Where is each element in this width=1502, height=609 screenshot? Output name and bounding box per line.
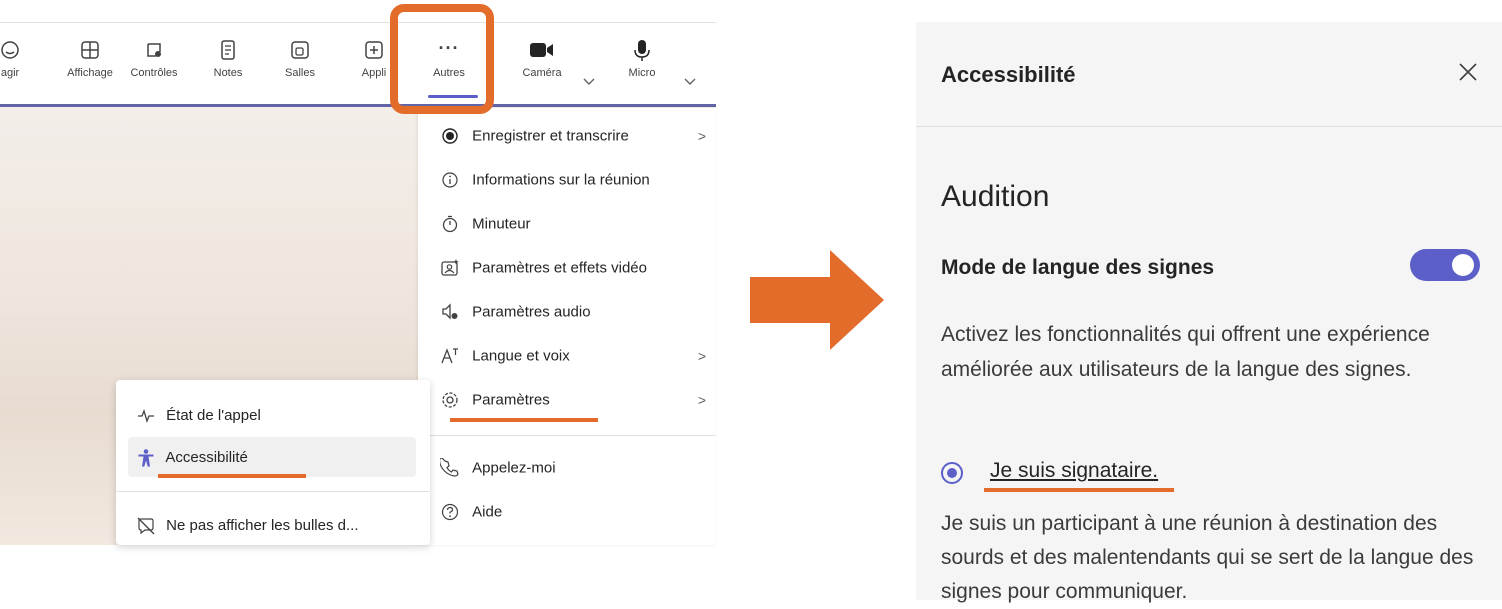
- toolbar-bottom-border: [0, 104, 716, 107]
- menu-divider: [418, 435, 716, 436]
- accessibility-icon: [136, 448, 156, 468]
- toolbar-camera-button[interactable]: Caméra: [510, 39, 574, 79]
- language-icon: [440, 346, 460, 366]
- submenu-item-hide-bubbles[interactable]: Ne pas afficher les bulles d...: [136, 516, 359, 536]
- panel-title: Accessibilité: [941, 62, 1076, 87]
- signer-description: Je suis un participant à une réunion à d…: [941, 512, 1474, 603]
- close-icon[interactable]: [1458, 62, 1478, 87]
- toggle-knob: [1452, 254, 1474, 276]
- microphone-options-chevron-icon[interactable]: [684, 73, 696, 91]
- camera-options-chevron-icon[interactable]: [583, 73, 595, 91]
- menu-item-label: Informations sur la réunion: [472, 171, 650, 189]
- signer-radio[interactable]: [941, 462, 963, 484]
- settings-submenu: État de l'appel Accessibilité Ne pas aff…: [116, 380, 430, 545]
- section-heading: Audition: [941, 180, 1050, 213]
- menu-item-record-transcribe[interactable]: Enregistrer et transcrire: [440, 126, 629, 150]
- submenu-item-label: État de l'appel: [166, 406, 261, 424]
- menu-item-language-voice[interactable]: Langue et voix: [440, 346, 570, 370]
- hide-bubbles-icon: [136, 516, 156, 536]
- signer-radio-label[interactable]: Je suis signataire.: [990, 459, 1158, 483]
- sign-language-mode-toggle[interactable]: [1410, 249, 1480, 281]
- pulse-icon: [136, 406, 156, 426]
- toolbar-react-button[interactable]: agir: [0, 39, 42, 79]
- annotation-underline-settings: [450, 418, 598, 422]
- toolbar-label: agir: [0, 67, 20, 79]
- menu-item-meeting-info[interactable]: Informations sur la réunion: [440, 170, 650, 194]
- toolbar-label: Contrôles: [130, 67, 178, 79]
- microphone-icon: [610, 39, 674, 61]
- toolbar-controls-button[interactable]: Contrôles: [122, 39, 186, 79]
- menu-item-label: Enregistrer et transcrire: [472, 127, 629, 145]
- menu-item-help[interactable]: Aide: [440, 502, 502, 526]
- menu-item-label: Minuteur: [472, 215, 531, 233]
- submenu-item-label: Ne pas afficher les bulles d...: [166, 516, 359, 534]
- toolbar-label: Micro: [628, 67, 656, 79]
- info-icon: [440, 170, 460, 190]
- controls-icon: [122, 39, 186, 61]
- menu-item-label: Paramètres audio: [472, 303, 591, 321]
- menu-item-label: Langue et voix: [472, 347, 570, 365]
- teams-meeting-window: agir Affichage Contrôles Notes Salles Ap…: [0, 0, 716, 545]
- more-options-menu: Enregistrer et transcrire > Informations…: [418, 108, 716, 545]
- rooms-icon: [268, 39, 332, 61]
- toolbar-label: Affichage: [67, 67, 113, 79]
- camera-icon: [510, 39, 574, 61]
- audio-settings-icon: [440, 302, 460, 322]
- menu-item-label: Appelez-moi: [472, 459, 556, 477]
- menu-item-audio-settings[interactable]: Paramètres audio: [440, 302, 591, 326]
- toolbar-label: Caméra: [522, 67, 562, 79]
- react-icon: [0, 39, 42, 61]
- timer-icon: [440, 214, 460, 234]
- menu-item-label: Paramètres et effets vidéo: [472, 259, 647, 277]
- menu-item-label: Paramètres: [472, 391, 550, 409]
- gear-icon: [440, 390, 460, 410]
- submenu-item-label: Accessibilité: [165, 448, 248, 466]
- view-icon: [58, 39, 122, 61]
- menu-item-video-effects[interactable]: Paramètres et effets vidéo: [440, 258, 647, 282]
- submenu-chevron-icon: >: [697, 128, 706, 144]
- toolbar-view-button[interactable]: Affichage: [58, 39, 122, 79]
- meeting-toolbar: agir Affichage Contrôles Notes Salles Ap…: [0, 22, 716, 107]
- toolbar-label: Salles: [285, 67, 315, 79]
- menu-item-timer[interactable]: Minuteur: [440, 214, 531, 238]
- video-effects-icon: [440, 258, 460, 278]
- submenu-item-accessibility[interactable]: Accessibilité: [136, 448, 248, 468]
- annotation-underline-accessibility: [158, 474, 306, 478]
- submenu-chevron-icon: >: [697, 392, 706, 408]
- panel-header: Accessibilité: [916, 22, 1502, 127]
- phone-icon: [440, 458, 460, 478]
- toolbar-microphone-button[interactable]: Micro: [610, 39, 674, 79]
- accessibility-panel: Accessibilité Audition Mode de langue de…: [916, 22, 1502, 603]
- radio-selected-dot: [947, 468, 957, 478]
- annotation-underline-signer: [984, 488, 1174, 492]
- help-icon: [440, 502, 460, 522]
- submenu-divider: [116, 491, 430, 492]
- menu-item-call-me[interactable]: Appelez-moi: [440, 458, 556, 482]
- submenu-item-call-health[interactable]: État de l'appel: [136, 406, 261, 426]
- menu-item-label: Aide: [472, 503, 503, 521]
- toolbar-notes-button[interactable]: Notes: [196, 39, 260, 79]
- toolbar-label: Notes: [213, 67, 243, 79]
- menu-item-settings[interactable]: Paramètres: [440, 390, 550, 414]
- toolbar-rooms-button[interactable]: Salles: [268, 39, 332, 79]
- submenu-chevron-icon: >: [697, 348, 706, 364]
- sign-language-description: Activez les fonctionnalités qui offrent …: [941, 323, 1430, 381]
- sign-language-mode-label: Mode de langue des signes: [941, 256, 1215, 279]
- record-icon: [440, 126, 460, 146]
- annotation-highlight-more-button: [390, 4, 494, 114]
- notes-icon: [196, 39, 260, 61]
